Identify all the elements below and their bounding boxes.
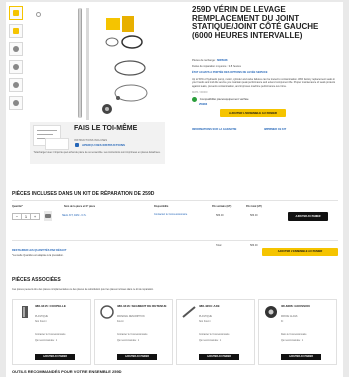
card-line: Non Fourni [35, 321, 47, 323]
part-card[interactable]: 3D-8486: GOUSSON MIXING GLASS IC Dans le… [258, 299, 337, 365]
product-page: FAIS LE TOI-MÊME INSTRUCTIONS INCLUSES A… [6, 2, 343, 377]
card-line: PLASTIQUE [35, 316, 48, 318]
divider [12, 200, 338, 201]
add-set-to-cart-button-2[interactable]: AJOUTER L'ENSEMBLE AU PANIER [262, 248, 338, 256]
thumbnail-list [9, 6, 23, 114]
snap-ring-image [114, 84, 148, 102]
diy-banner: FAIS LE TOI-MÊME INSTRUCTIONS INCLUSES A… [30, 122, 165, 164]
total-label: Total [216, 244, 222, 247]
product-title: 259D VÉRIN DE LEVAGE REMPLACEMENT DU JOI… [192, 5, 319, 40]
recommended-tools-title: OUTILS RECOMMANDÉS POUR VOTRE ENSEMBLE 2… [12, 369, 122, 374]
diy-description: Téléchargez avec n'importe quel achat de… [33, 151, 161, 154]
card-line: PLASTIQUE [199, 316, 212, 318]
part-card[interactable]: 386-4203: AXE PLASTIQUE Non Fourni Conta… [176, 299, 255, 365]
card-add-to-cart-button[interactable]: AJOUTER AU PANIER [199, 354, 239, 360]
card-availability[interactable]: Dans le Concessionnaire [281, 334, 307, 336]
retainer-image [102, 104, 112, 114]
card-recommended-qty: Qté recommandée : 1 [117, 340, 140, 342]
card-add-to-cart-button[interactable]: AJOUTER AU PANIER [281, 354, 321, 360]
preview-instructions-link[interactable]: APERÇU DES INSTRUCTIONS [82, 143, 125, 147]
cylinder-rod-image [78, 8, 82, 118]
retaining-ring-image [100, 305, 114, 319]
part-thumbnail [44, 211, 52, 221]
col-availability: Disponibilité [154, 205, 169, 208]
card-recommended-qty: Qté recommandée : 1 [281, 340, 304, 342]
download-icon [75, 143, 79, 147]
col-part: Nom de la pièce et N° pièce [64, 205, 96, 208]
thumbnail-3[interactable] [9, 42, 23, 56]
restore-quantities-link[interactable]: RESTAURER LES QUANTITÉS PAR DÉFAUT [12, 249, 67, 252]
card-recommended-qty: Qté recommandée : 1 [199, 340, 222, 342]
card-title[interactable]: 386-3415: COUPELLE [35, 304, 89, 309]
cylinder-tube-image [86, 8, 89, 120]
col-qty: Quantité* [12, 205, 23, 208]
card-title[interactable]: 386-4203: AXE [199, 304, 253, 309]
thumbnail-5[interactable] [9, 78, 23, 92]
card-line: Fourni [117, 321, 124, 323]
print-kit-link[interactable]: IMPRIMER CE KIT [264, 128, 286, 131]
compat-model[interactable]: 259D3 [199, 102, 249, 106]
card-availability[interactable]: Contactez le Concessionnaire [199, 334, 230, 336]
card-title[interactable]: 386-3416: SEGMENT DE RETENUE [117, 304, 171, 309]
thumbnail-2[interactable] [9, 24, 23, 38]
instructions-doc-image-2 [45, 138, 69, 150]
quantity-stepper[interactable]: − 1 + [12, 213, 40, 220]
associated-parts-list: 386-3415: COUPELLE PLASTIQUE Non Fourni … [12, 299, 338, 365]
qty-increment-button[interactable]: + [31, 214, 39, 219]
diy-title: FAIS LE TOI-MÊME [74, 125, 138, 132]
warranty-link[interactable]: INFORMATIONS SUR LA GARANTIE [192, 128, 236, 131]
divider [12, 240, 338, 241]
qty-value[interactable]: 1 [22, 214, 31, 219]
card-line: Non Fourni [199, 321, 211, 323]
card-line: IC [281, 321, 284, 323]
product-main-image[interactable] [28, 6, 162, 120]
card-recommended-qty: Qté recommandée : 1 [35, 340, 58, 342]
col-total-price: Prix total (HT) [246, 205, 262, 208]
add-set-to-cart-button[interactable]: AJOUTER L'ENSEMBLE AU PANIER [220, 109, 286, 117]
compatibility-status: Compatibilité pièce/équipement vérifiée … [192, 97, 249, 106]
check-icon [192, 97, 197, 102]
availability-link[interactable]: Contactez le Concessionnaire [154, 213, 194, 216]
thumbnail-1[interactable] [9, 6, 23, 20]
add-to-cart-button[interactable]: AJOUTER AU PANIER [288, 212, 328, 221]
product-description: Up to 50% of hydraulic pump, motor, cyli… [192, 78, 336, 88]
total-price: 586.00 [250, 214, 258, 217]
col-unit-price: Prix unitaire (HT) [212, 205, 232, 208]
promo-link[interactable]: ÉTAT ACHATS A PORTÉE DES OPTIONS DE LEVÉ… [192, 71, 267, 74]
card-line: MATERIAL DESCRIPTION [117, 316, 145, 318]
thumbnail-6[interactable] [9, 96, 23, 110]
card-availability[interactable]: Contactez le Concessionnaire [117, 334, 148, 336]
associated-parts-title: PIÈCES ASSOCIÉES [12, 277, 61, 283]
seal-kit-image [105, 16, 143, 49]
part-card[interactable]: 386-3416: SEGMENT DE RETENUE MATERIAL DE… [94, 299, 173, 365]
thumbnail-4[interactable] [9, 60, 23, 74]
card-add-to-cart-button[interactable]: AJOUTER AU PANIER [117, 354, 157, 360]
card-add-to-cart-button[interactable]: AJOUTER AU PANIER [35, 354, 75, 360]
grommet-part-image [265, 306, 277, 318]
zoom-icon[interactable] [36, 12, 41, 17]
diy-subtitle: INSTRUCTIONS INCLUSES [74, 139, 108, 142]
part-name-link[interactable]: SEAL KIT, ASM - N.S. [62, 214, 86, 217]
qty-decrement-button[interactable]: − [13, 214, 22, 219]
card-availability[interactable]: Contactez le Concessionnaire [35, 334, 66, 336]
part-card[interactable]: 386-3415: COUPELLE PLASTIQUE Non Fourni … [12, 299, 91, 365]
unit-price: 586.00 [216, 214, 224, 217]
card-title[interactable]: 3D-8486: GOUSSON [281, 304, 335, 309]
product-ref: MW5 / 00000 [192, 91, 208, 94]
included-parts-title: PIÈCES INCLUSES DANS UN KIT DE RÉPARATIO… [12, 191, 155, 197]
o-ring-image [114, 60, 146, 76]
repair-duration: Durée de réparation moyenne : 3.8 heures [192, 65, 241, 68]
cup-part-image [22, 306, 28, 318]
total-value: 586.00 [250, 244, 258, 247]
card-line: MIXING GLASS [281, 316, 298, 318]
part-number: Pièces de rechange : MW5948 [192, 59, 228, 62]
pin-part-image [182, 306, 196, 318]
associated-intro: Ces pièces peuvent être des pièces compl… [12, 288, 154, 291]
kit-note: *La réelle Quantité est adaptée à la pre… [12, 254, 64, 257]
